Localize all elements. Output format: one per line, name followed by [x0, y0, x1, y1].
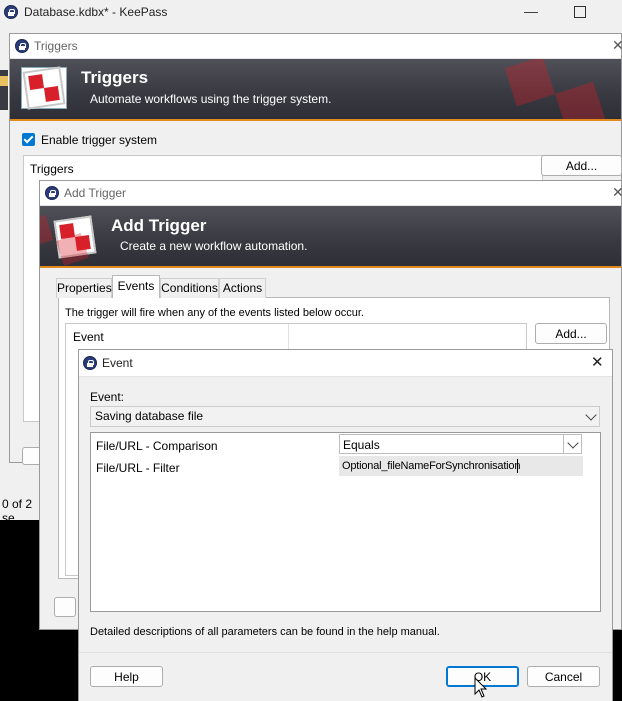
- status-text: 0 of 2 se: [2, 497, 33, 525]
- tab-events[interactable]: Events: [112, 275, 160, 298]
- events-list-header: Event: [73, 330, 104, 344]
- checkerboard-icon: [22, 66, 66, 110]
- triggers-banner-icon-frame: [21, 66, 67, 110]
- close-icon[interactable]: ✕: [612, 37, 622, 54]
- chevron-down-icon: [567, 437, 579, 449]
- event-type-select[interactable]: Saving database file: [90, 406, 600, 427]
- events-add-button[interactable]: Add...: [535, 323, 607, 344]
- close-icon[interactable]: ✕: [591, 353, 604, 371]
- param-name-comparison: File/URL - Comparison: [96, 439, 218, 453]
- keepass-lock-icon: [83, 356, 97, 370]
- event-label: Event:: [90, 390, 125, 404]
- triggers-title-bar: Triggers ✕: [10, 34, 622, 59]
- column-divider: [288, 324, 289, 350]
- triggers-dialog-title: Triggers: [34, 39, 78, 53]
- tab-actions[interactable]: Actions: [219, 278, 266, 298]
- add-trigger-title-bar: Add Trigger ✕: [40, 181, 622, 206]
- keepass-lock-icon: [45, 186, 59, 200]
- triggers-banner-subtitle: Automate workflows using the trigger sys…: [90, 92, 332, 106]
- event-dialog: Event ✕ Event: Saving database file File…: [78, 349, 613, 701]
- add-trigger-dialog-title: Add Trigger: [64, 186, 127, 200]
- close-icon[interactable]: ✕: [612, 184, 622, 201]
- folder-icon: [0, 76, 8, 86]
- banner-watermark-icon: [498, 59, 611, 119]
- keepass-lock-icon: [15, 39, 29, 53]
- events-panel-edge: [65, 350, 78, 576]
- minimize-icon[interactable]: —: [516, 3, 546, 19]
- text-caret: [517, 459, 518, 473]
- chevron-down-icon: [585, 409, 597, 421]
- keepass-lock-icon: [4, 5, 18, 19]
- main-title-bar: Database.kdbx* - KeePass —: [0, 0, 622, 26]
- add-trigger-banner-title: Add Trigger: [111, 216, 207, 235]
- tab-properties[interactable]: Properties: [56, 278, 112, 298]
- comparison-select[interactable]: Equals: [339, 434, 582, 454]
- main-window-title: Database.kdbx* - KeePass: [24, 5, 168, 19]
- maximize-icon[interactable]: [574, 6, 586, 18]
- triggers-list-header: Triggers: [30, 162, 74, 176]
- enable-trigger-checkbox[interactable]: [22, 133, 35, 146]
- event-title-bar: Event ✕: [79, 350, 612, 377]
- mouse-cursor-icon: [474, 677, 488, 698]
- triggers-banner: Triggers Automate workflows using the tr…: [10, 59, 621, 121]
- add-trigger-help-button[interactable]: [54, 597, 76, 617]
- enable-trigger-label: Enable trigger system: [41, 133, 158, 147]
- param-name-filter: File/URL - Filter: [96, 461, 180, 475]
- events-list[interactable]: Event: [65, 323, 527, 351]
- tab-conditions[interactable]: Conditions: [160, 278, 219, 298]
- cancel-button[interactable]: Cancel: [527, 666, 600, 687]
- status-bar: 0 of 2 se: [0, 490, 42, 525]
- triggers-add-button[interactable]: Add...: [541, 155, 622, 176]
- event-type-value: Saving database file: [95, 409, 204, 423]
- filter-input[interactable]: Optional_fileNameForSynchronisation: [339, 456, 583, 476]
- event-dialog-title: Event: [102, 356, 133, 370]
- triggers-banner-title: Triggers: [81, 68, 149, 87]
- comparison-value: Equals: [343, 438, 380, 452]
- help-note-text: Detailed descriptions of all parameters …: [90, 626, 440, 638]
- add-trigger-banner: Add Trigger Create a new workflow automa…: [40, 206, 621, 268]
- event-parameters-grid: File/URL - Comparison Equals File/URL - …: [90, 432, 601, 612]
- filter-value: Optional_fileNameForSynchronisation: [342, 460, 521, 472]
- add-trigger-banner-subtitle: Create a new workflow automation.: [120, 239, 308, 253]
- events-info-text: The trigger will fire when any of the ev…: [65, 307, 364, 319]
- help-button[interactable]: Help: [90, 666, 163, 687]
